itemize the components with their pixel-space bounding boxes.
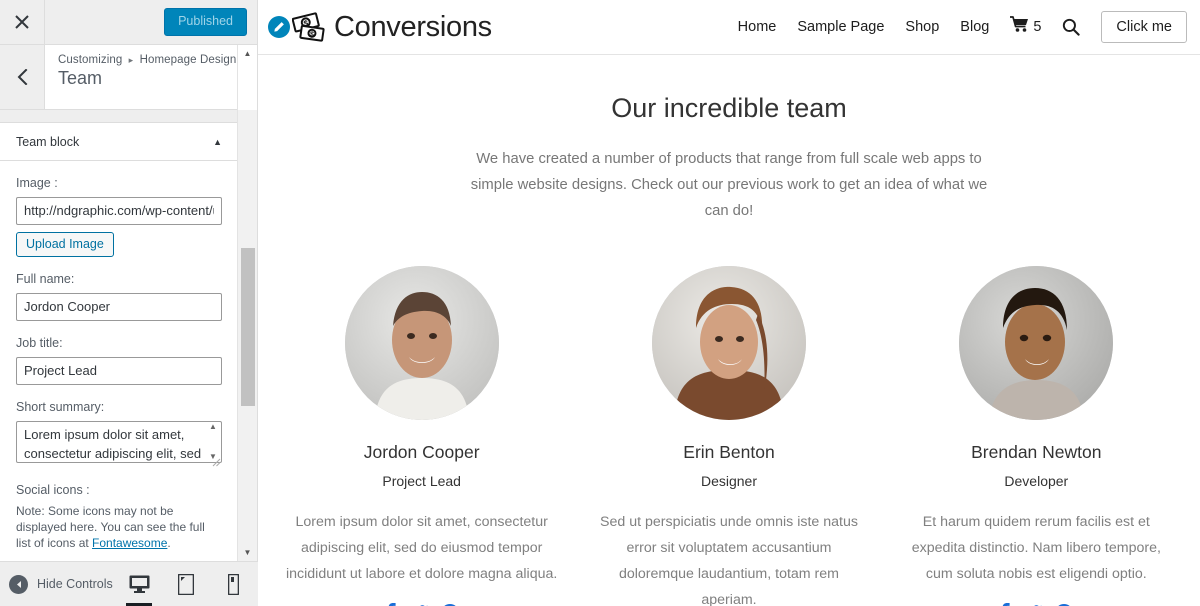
device-preview-switcher: [122, 562, 258, 606]
chevron-left-circle-icon: [9, 574, 28, 594]
section-title: Team block: [16, 134, 80, 149]
team-section: Our incredible team We have created a nu…: [258, 55, 1200, 606]
member-role: Project Lead: [382, 473, 461, 489]
member-name: Brendan Newton: [971, 442, 1102, 462]
nav-item-blog[interactable]: Blog: [960, 19, 989, 35]
search-icon[interactable]: [1062, 18, 1081, 36]
money-banknotes-icon: $ $: [292, 11, 328, 43]
team-block-section: Team block ▲ Image : Upload Image Full n…: [0, 122, 238, 578]
member-name: Erin Benton: [683, 442, 775, 462]
team-heading: Our incredible team: [611, 93, 847, 123]
avatar: [344, 266, 499, 420]
panel-header: Customizing ▸ Homepage Design Team: [0, 45, 257, 110]
breadcrumb-parent[interactable]: Homepage Design: [140, 54, 237, 66]
brand-name[interactable]: Conversions: [334, 11, 492, 44]
social-icons-note: Note: Some icons may not be displayed he…: [16, 503, 222, 551]
tablet-icon[interactable]: [169, 562, 203, 606]
image-label: Image :: [16, 176, 58, 190]
summary-textarea[interactable]: Lorem ipsum dolor sit amet, consectetur …: [16, 420, 222, 463]
field-jobtitle: Job title:: [16, 335, 222, 385]
shopping-cart-icon: [1010, 16, 1030, 38]
image-url-input[interactable]: [16, 196, 222, 225]
social-icons-label: Social icons :: [16, 482, 90, 497]
close-icon[interactable]: [0, 0, 45, 44]
avatar: [959, 266, 1114, 420]
customizer-footer: Hide Controls: [0, 561, 258, 606]
page-title: Team: [58, 68, 103, 88]
breadcrumb: Customizing ▸ Homepage Design: [58, 54, 236, 66]
cart-count: 5: [1033, 19, 1042, 35]
upload-image-button[interactable]: Upload Image: [16, 231, 114, 257]
field-fullname: Full name:: [16, 271, 222, 321]
customizer-screen: Published Customizing ▸ Homepage Design …: [0, 0, 1200, 606]
scroll-down-arrow-icon[interactable]: ▼: [238, 544, 257, 561]
fullname-input[interactable]: [16, 292, 222, 321]
customizer-topbar: Published: [0, 0, 257, 45]
member-bio: Lorem ipsum dolor sit amet, consectetur …: [286, 514, 558, 582]
team-member-card: Jordon Cooper Project Lead Lorem ipsum d…: [268, 266, 575, 606]
member-name: Jordon Cooper: [363, 442, 480, 462]
resize-grip-icon[interactable]: [212, 458, 221, 467]
hide-controls-label: Hide Controls: [37, 577, 113, 591]
customizer-controls-scroll: Team block ▲ Image : Upload Image Full n…: [0, 110, 238, 578]
member-bio: Et harum quidem rerum facilis est et exp…: [911, 514, 1161, 582]
chevron-up-icon: ▲: [213, 136, 222, 147]
section-header-team-block[interactable]: Team block ▲: [0, 123, 238, 161]
site-branding[interactable]: $ $ Conversions: [268, 11, 492, 44]
member-role: Designer: [700, 473, 757, 489]
member-bio: Sed ut perspiciatis unde omnis iste natu…: [600, 514, 858, 606]
summary-textarea-wrap: Lorem ipsum dolor sit amet, consectetur …: [16, 420, 222, 468]
field-image: Image : Upload Image: [16, 175, 222, 257]
nav-item-shop[interactable]: Shop: [905, 19, 939, 35]
publish-button[interactable]: Published: [164, 8, 247, 36]
summary-label: Short summary:: [16, 399, 105, 414]
fontawesome-link[interactable]: Fontawesome: [92, 536, 167, 550]
team-member-card: Erin Benton Designer Sed ut perspiciatis…: [575, 266, 882, 606]
mobile-icon[interactable]: [216, 562, 250, 606]
breadcrumb-separator-icon: ▸: [128, 55, 134, 65]
section-body: Image : Upload Image Full name: Job titl…: [0, 161, 238, 578]
scrollbar-thumb[interactable]: [241, 248, 255, 406]
member-role: Developer: [1004, 473, 1069, 489]
note-text-2: .: [167, 536, 171, 551]
scroll-up-arrow-icon[interactable]: ▲: [238, 45, 257, 62]
avatar: [651, 266, 806, 420]
fullname-label: Full name:: [16, 271, 75, 286]
hide-controls-button[interactable]: Hide Controls: [0, 574, 113, 594]
desktop-icon[interactable]: [122, 562, 156, 606]
breadcrumb-root[interactable]: Customizing: [58, 54, 122, 66]
site-header: $ $ Conversions Home Sample Page Shop Bl…: [258, 0, 1200, 55]
nav-item-sample-page[interactable]: Sample Page: [797, 19, 884, 35]
site-preview: $ $ Conversions Home Sample Page Shop Bl…: [258, 0, 1200, 606]
team-grid: Jordon Cooper Project Lead Lorem ipsum d…: [258, 266, 1200, 606]
team-member-card: Brendan Newton Developer Et harum quidem…: [883, 266, 1190, 606]
click-me-button[interactable]: Click me: [1101, 11, 1187, 43]
customizer-sidebar: Published Customizing ▸ Homepage Design …: [0, 0, 258, 606]
main-navigation: Home Sample Page Shop Blog 5 Click me: [738, 11, 1187, 43]
field-summary: Short summary: Lorem ipsum dolor sit ame…: [16, 399, 222, 468]
jobtitle-label: Job title:: [16, 335, 63, 350]
jobtitle-input[interactable]: [16, 356, 222, 385]
pencil-edit-icon[interactable]: [268, 16, 290, 38]
sidebar-scrollbar[interactable]: ▲ ▼: [237, 45, 257, 606]
cart-link[interactable]: 5: [1010, 16, 1041, 38]
panel-title-wrap: Customizing ▸ Homepage Design Team: [45, 45, 236, 109]
team-intro-text: We have created a number of products tha…: [470, 151, 988, 219]
nav-item-home[interactable]: Home: [738, 19, 777, 35]
chevron-left-icon[interactable]: [0, 45, 45, 109]
